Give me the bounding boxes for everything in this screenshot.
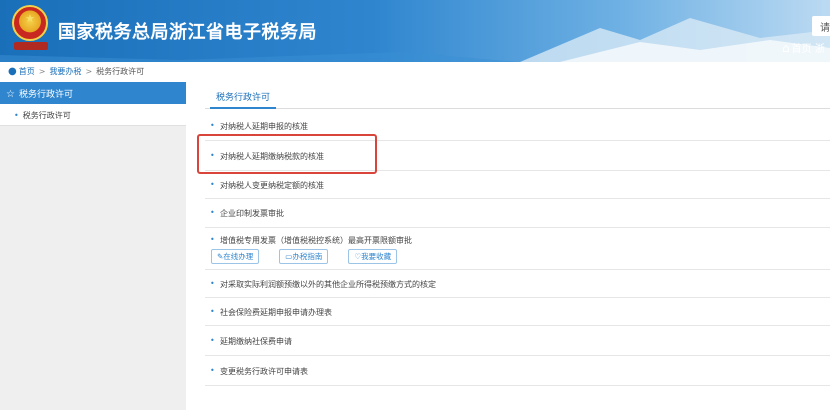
list-item-label[interactable]: 对纳税人延期申报的核准 <box>220 121 308 132</box>
bullet-icon: • <box>210 279 215 288</box>
list-item[interactable]: • 对纳税人变更纳税定额的核准 <box>205 171 830 199</box>
breadcrumb-separator: > <box>85 67 93 76</box>
tab-bar: 税务行政许可 <box>205 82 830 109</box>
list-item-label[interactable]: 变更税务行政许可申请表 <box>220 366 308 377</box>
list-item-label[interactable]: 对采取实际利润额预缴以外的其他企业所得税预缴方式的核定 <box>220 279 436 290</box>
emblem-ribbon <box>14 42 48 50</box>
site-title: 国家税务总局浙江省电子税务局 <box>58 22 317 43</box>
emblem-star-icon: ★ <box>25 12 35 25</box>
site-header: ★ 国家税务总局浙江省电子税务局 请 ⌂ 首页 浙 <box>0 0 830 62</box>
sidebar-item-label: 税务行政许可 <box>22 111 71 120</box>
online-handle-button[interactable]: ✎在线办理 <box>211 249 260 264</box>
tax-guide-label: 办税指南 <box>292 252 323 261</box>
item-action-buttons: ✎在线办理 ▭办税指南 ♡我要收藏 <box>211 249 417 264</box>
tab-tax-admin-permit[interactable]: 税务行政许可 <box>210 82 277 109</box>
list-item[interactable]: • 变更税务行政许可申请表 <box>205 356 830 386</box>
breadcrumb-home[interactable]: 首页 <box>19 67 35 76</box>
breadcrumb-current: 税务行政许可 <box>96 67 145 76</box>
sidebar: ☆ 税务行政许可 • 税务行政许可 <box>0 82 186 410</box>
bullet-icon: • <box>14 111 19 120</box>
bullet-icon: • <box>210 307 215 316</box>
sidebar-heading[interactable]: ☆ 税务行政许可 <box>0 82 186 104</box>
tax-guide-button[interactable]: ▭办税指南 <box>279 249 329 264</box>
list-item[interactable]: • 对采取实际利润额预缴以外的其他企业所得税预缴方式的核定 <box>205 270 830 298</box>
list-item-expanded[interactable]: • 增值税专用发票（增值税税控系统）最高开票限额审批 ✎在线办理 ▭办税指南 ♡我要… <box>205 228 830 270</box>
breadcrumb-separator: > <box>38 67 46 76</box>
highlight-annotation-box <box>197 134 377 174</box>
home-extra-label: 浙 <box>814 44 825 55</box>
bullet-icon: • <box>210 121 215 130</box>
star-outline-icon: ☆ <box>6 89 15 100</box>
list-item-label[interactable]: 对纳税人变更纳税定额的核准 <box>220 180 324 191</box>
home-icon: ⌂ <box>782 41 790 55</box>
bullet-icon: • <box>210 336 215 345</box>
list-item-label[interactable]: 延期缴纳社保费申请 <box>220 336 292 347</box>
bullet-icon: • <box>210 180 215 189</box>
list-item[interactable]: • 延期缴纳社保费申请 <box>205 326 830 356</box>
bullet-icon: • <box>210 366 215 375</box>
favorite-button[interactable]: ♡我要收藏 <box>348 249 398 264</box>
list-item-label[interactable]: 社会保险费延期申报申请办理表 <box>220 307 332 318</box>
sidebar-item-tax-admin-permit[interactable]: • 税务行政许可 <box>0 104 186 126</box>
favorite-label: 我要收藏 <box>361 252 392 261</box>
list-item-label[interactable]: 增值税专用发票（增值税税控系统）最高开票限额审批 <box>220 235 412 246</box>
bullet-icon: • <box>210 235 215 244</box>
online-handle-label: 在线办理 <box>223 252 254 261</box>
breadcrumb-tax[interactable]: 我要办税 <box>49 67 81 76</box>
bullet-icon: • <box>210 208 215 217</box>
breadcrumb: ● 首页 > 我要办税 > 税务行政许可 <box>8 66 144 77</box>
home-link[interactable]: ⌂ 首页 浙 <box>782 40 825 55</box>
search-input[interactable]: 请 <box>812 16 830 36</box>
location-pin-icon: ● <box>8 66 17 77</box>
home-link-label: 首页 <box>791 44 812 55</box>
list-item-label[interactable]: 企业印制发票审批 <box>220 208 284 219</box>
list-item[interactable]: • 企业印制发票审批 <box>205 199 830 228</box>
sidebar-heading-label: 税务行政许可 <box>18 90 73 100</box>
list-item[interactable]: • 社会保险费延期申报申请办理表 <box>205 298 830 326</box>
